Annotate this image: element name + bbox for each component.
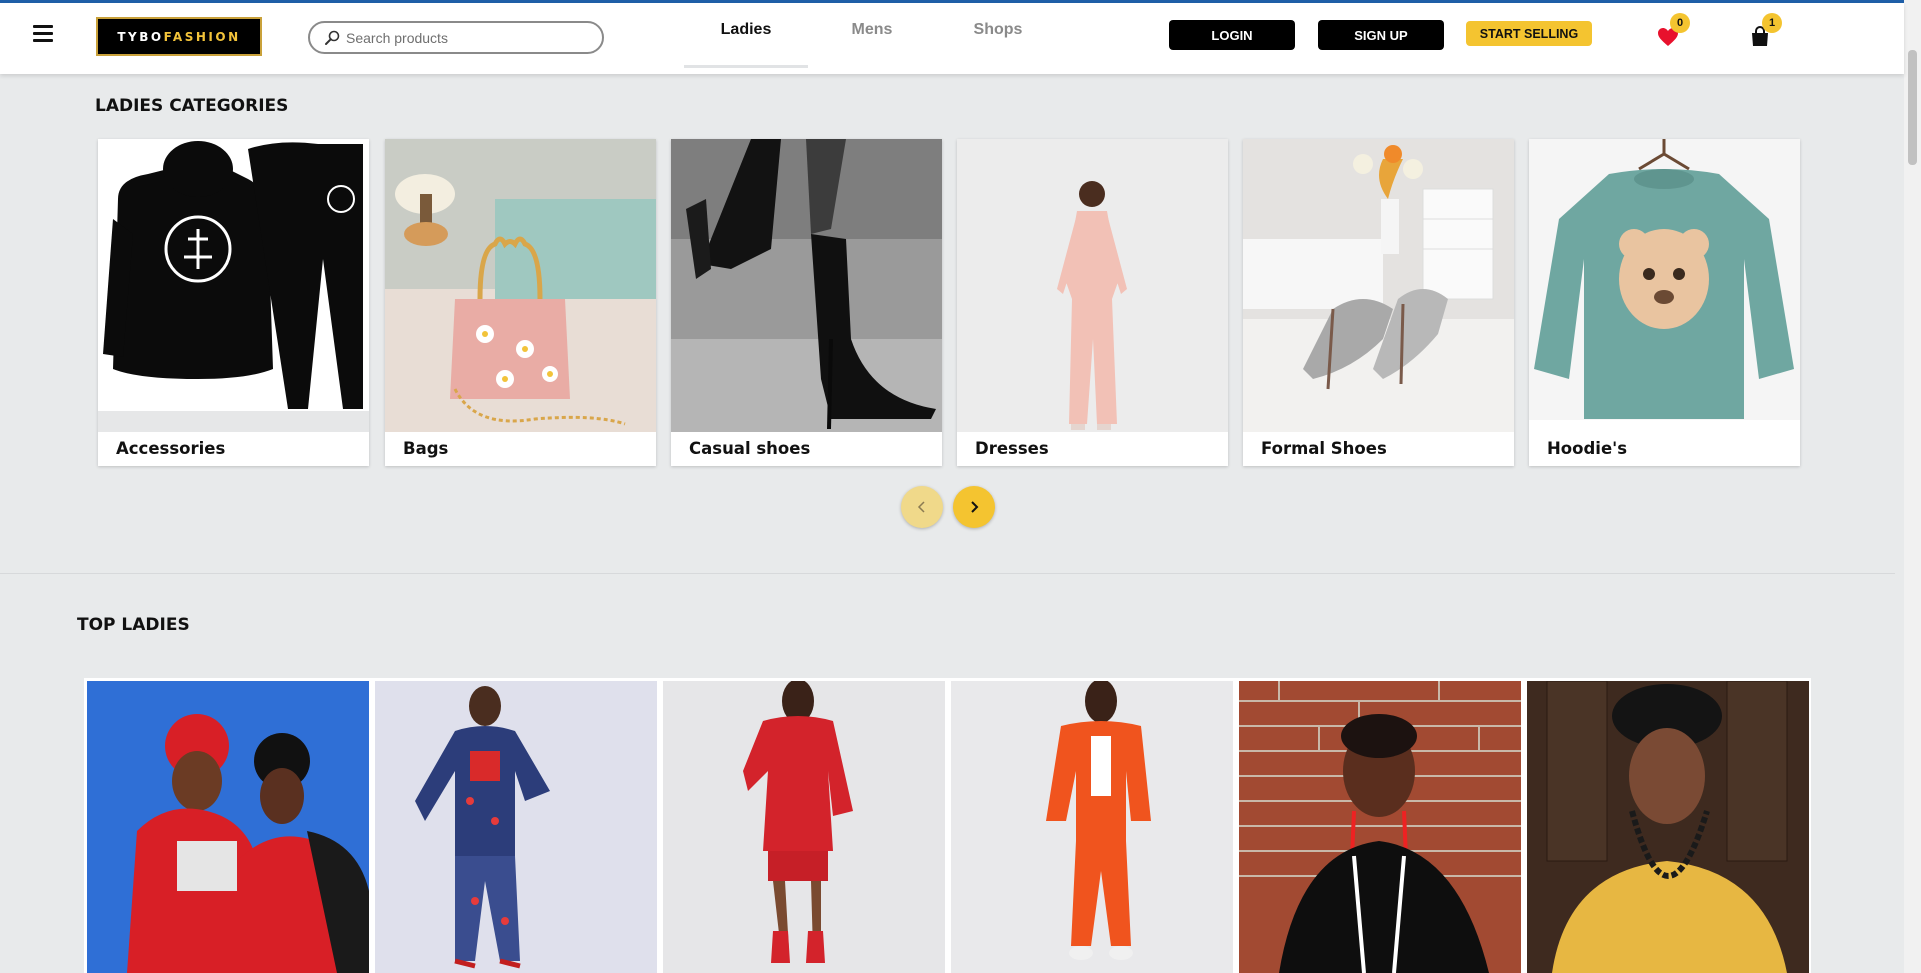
- category-image: [98, 139, 369, 432]
- cart-count-badge: 1: [1762, 13, 1782, 33]
- category-image: [1243, 139, 1514, 432]
- signup-button[interactable]: SIGN UP: [1318, 20, 1444, 50]
- category-image: [1529, 139, 1800, 432]
- category-card-hoodies[interactable]: Hoodie's: [1529, 139, 1800, 466]
- search-icon[interactable]: [324, 30, 340, 46]
- category-label: Accessories: [116, 439, 226, 458]
- ladies-categories-title: LADIES CATEGORIES: [95, 96, 289, 116]
- category-card-casual-shoes[interactable]: Casual shoes: [671, 139, 942, 466]
- login-button[interactable]: LOGIN: [1169, 20, 1295, 50]
- chevron-right-icon: [971, 501, 979, 513]
- tab-mens[interactable]: Mens: [809, 3, 935, 74]
- category-label: Bags: [403, 439, 449, 458]
- site-header: TYBOFASHION Ladies Mens Shops LOGIN SIGN…: [0, 3, 1904, 74]
- hamburger-menu-icon[interactable]: [33, 25, 53, 43]
- site-logo[interactable]: TYBOFASHION: [96, 17, 262, 56]
- category-label: Formal Shoes: [1261, 439, 1387, 458]
- search-box: [308, 21, 604, 54]
- category-image: [671, 139, 942, 432]
- wishlist-button[interactable]: 0: [1656, 13, 1690, 51]
- category-image: [957, 139, 1228, 432]
- section-divider: [0, 573, 1895, 574]
- top-lady-card[interactable]: [663, 681, 945, 973]
- page-scrollbar[interactable]: [1904, 0, 1921, 973]
- start-selling-button[interactable]: START SELLING: [1466, 21, 1592, 46]
- top-ladies-grid: [84, 678, 1811, 973]
- category-card-formal-shoes[interactable]: Formal Shoes: [1243, 139, 1514, 466]
- top-lady-card[interactable]: [951, 681, 1233, 973]
- top-lady-card[interactable]: [375, 681, 657, 973]
- tab-shops[interactable]: Shops: [935, 3, 1061, 74]
- category-label: Hoodie's: [1547, 439, 1628, 458]
- chevron-left-icon: [917, 501, 925, 513]
- top-lady-card[interactable]: [1527, 681, 1809, 973]
- category-label: Dresses: [975, 439, 1049, 458]
- category-card-dresses[interactable]: Dresses: [957, 139, 1228, 466]
- tab-ladies[interactable]: Ladies: [683, 3, 809, 74]
- search-input[interactable]: [346, 29, 586, 46]
- wishlist-count-badge: 0: [1670, 13, 1690, 33]
- carousel-prev-button[interactable]: [901, 486, 943, 528]
- top-lady-card[interactable]: [87, 681, 369, 973]
- category-card-bags[interactable]: Bags: [385, 139, 656, 466]
- category-card-accessories[interactable]: Accessories: [98, 139, 369, 466]
- logo-text: TYBOFASHION: [117, 29, 241, 44]
- cart-button[interactable]: 1: [1748, 13, 1782, 51]
- category-label: Casual shoes: [689, 439, 811, 458]
- category-image: [385, 139, 656, 432]
- top-lady-card[interactable]: [1239, 681, 1521, 973]
- category-tabs: Ladies Mens Shops: [683, 3, 1061, 74]
- carousel-next-button[interactable]: [953, 486, 995, 528]
- scrollbar-thumb[interactable]: [1908, 50, 1917, 165]
- top-ladies-title: TOP LADIES: [77, 615, 190, 635]
